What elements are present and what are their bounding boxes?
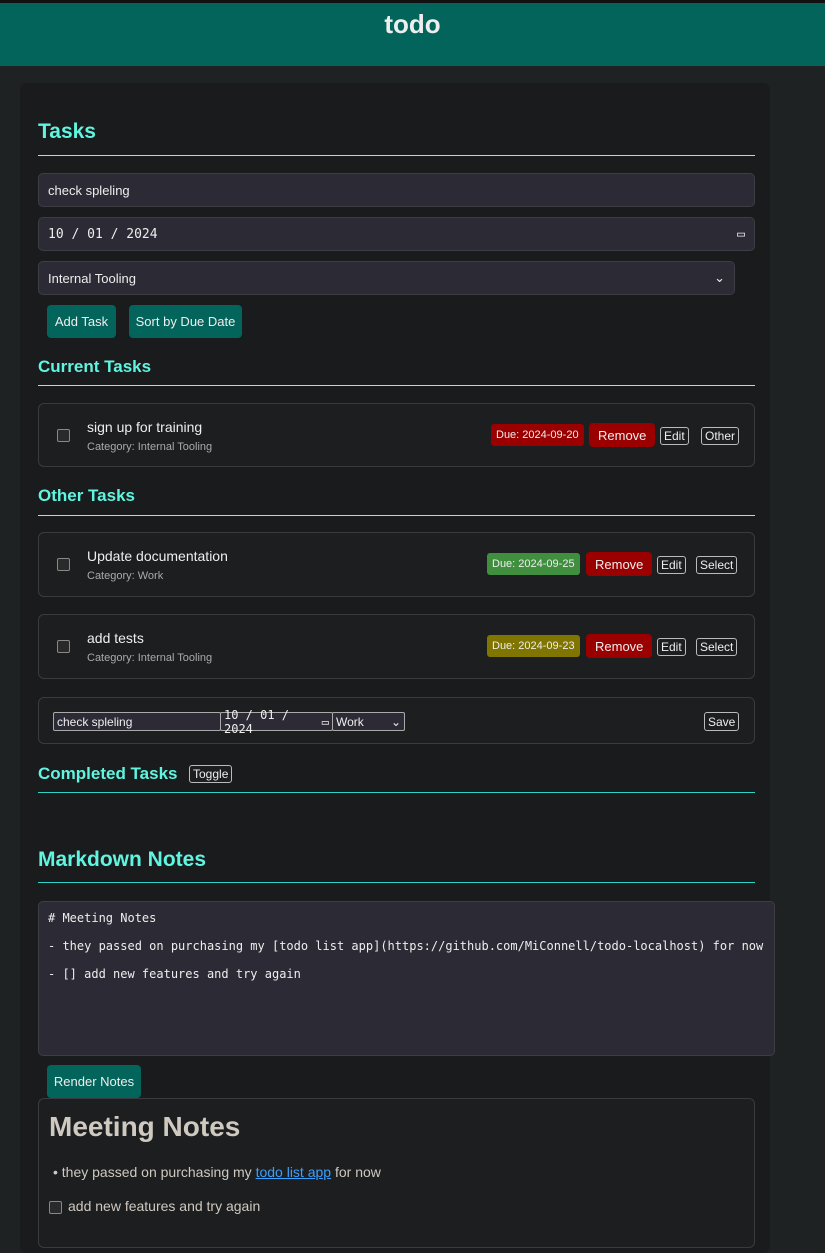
category-value: Work — [336, 714, 364, 729]
tasks-heading: Tasks — [38, 120, 96, 143]
notes-textarea[interactable]: # Meeting Notes - they passed on purchas… — [38, 901, 775, 1056]
chevron-down-icon: ⌄ — [390, 714, 401, 729]
edit-date-input[interactable]: 10 / 01 / 2024 ▭ — [220, 708, 333, 736]
due-badge: Due: 2024-09-23 — [487, 635, 580, 657]
task-category: Category: Internal Tooling — [87, 652, 213, 664]
rendered-bullet: • they passed on purchasing my todo list… — [53, 1164, 381, 1180]
current-tasks-heading: Current Tasks — [38, 357, 152, 376]
task-input[interactable]: check spleling — [38, 173, 755, 207]
divider — [38, 515, 755, 516]
edit-button[interactable]: Edit — [657, 638, 686, 656]
notes-line: - they passed on purchasing my [todo lis… — [48, 939, 764, 953]
render-notes-button[interactable]: Render Notes — [47, 1065, 141, 1098]
divider — [38, 385, 755, 386]
edit-task-row: check spleling 10 / 01 / 2024 ▭ Work ⌄ Sa… — [38, 697, 755, 744]
select-button[interactable]: Select — [696, 556, 738, 574]
markdown-notes-heading: Markdown Notes — [38, 848, 207, 871]
app-title: todo — [384, 9, 441, 39]
app-header: todo — [0, 0, 825, 66]
rendered-heading: Meeting Notes — [49, 1111, 241, 1142]
calendar-icon[interactable]: ▭ — [737, 227, 745, 242]
due-badge: Due: 2024-09-25 — [487, 553, 580, 575]
task-checkbox[interactable] — [57, 558, 70, 571]
checkbox-item-text: add new features and try again — [68, 1198, 261, 1214]
remove-button[interactable]: Remove — [586, 552, 653, 576]
other-tasks-heading: Other Tasks — [38, 486, 136, 505]
task-title: add tests — [87, 630, 144, 646]
task-checkbox[interactable] — [57, 640, 70, 653]
task-card: Update documentation Category: Work Due:… — [38, 532, 755, 597]
edit-button[interactable]: Edit — [660, 427, 689, 445]
task-title: sign up for training — [87, 419, 203, 435]
task-category: Category: Work — [87, 570, 164, 582]
bullet-text: they passed on purchasing my — [61, 1164, 256, 1180]
sort-by-due-date-button[interactable]: Sort by Due Date — [129, 305, 242, 338]
task-card: add tests Category: Internal Tooling Due… — [38, 614, 755, 679]
edit-task-input[interactable]: check spleling — [53, 712, 221, 731]
chevron-down-icon: ⌄ — [714, 270, 725, 285]
date-value: 10 / 01 / 2024 — [224, 707, 290, 736]
rendered-notes: Meeting Notes • they passed on purchasin… — [38, 1098, 755, 1248]
bullet-text: for now — [331, 1164, 381, 1180]
task-category: Category: Internal Tooling — [87, 441, 213, 453]
date-value: 10 / 01 / 2024 — [48, 226, 158, 242]
task-card: sign up for training Category: Internal … — [38, 403, 755, 467]
todo-list-app-link[interactable]: todo list app — [256, 1164, 332, 1180]
category-select[interactable]: Internal Tooling ⌄ — [38, 261, 735, 295]
due-date-input[interactable]: 10 / 01 / 2024 ▭ — [38, 217, 755, 251]
due-badge: Due: 2024-09-20 — [491, 424, 584, 446]
note-checkbox[interactable] — [49, 1201, 62, 1214]
remove-button[interactable]: Remove — [586, 634, 653, 658]
edit-button[interactable]: Edit — [657, 556, 686, 574]
notes-line: - [] add new features and try again — [48, 967, 301, 981]
divider — [38, 792, 755, 793]
divider — [38, 882, 755, 883]
category-value: Internal Tooling — [48, 270, 136, 286]
select-button[interactable]: Select — [696, 638, 738, 656]
completed-tasks-heading: Completed Tasks — [38, 764, 178, 783]
add-task-button[interactable]: Add Task — [47, 305, 116, 338]
remove-button[interactable]: Remove — [589, 423, 656, 447]
task-checkbox[interactable] — [57, 429, 70, 442]
edit-category-select[interactable]: Work ⌄ — [332, 712, 405, 731]
notes-line: # Meeting Notes — [48, 911, 157, 925]
other-button[interactable]: Other — [701, 427, 740, 445]
divider — [38, 155, 755, 156]
save-button[interactable]: Save — [704, 712, 740, 731]
toggle-button[interactable]: Toggle — [189, 765, 233, 783]
task-title: Update documentation — [87, 548, 228, 564]
calendar-icon[interactable]: ▭ — [322, 715, 329, 729]
